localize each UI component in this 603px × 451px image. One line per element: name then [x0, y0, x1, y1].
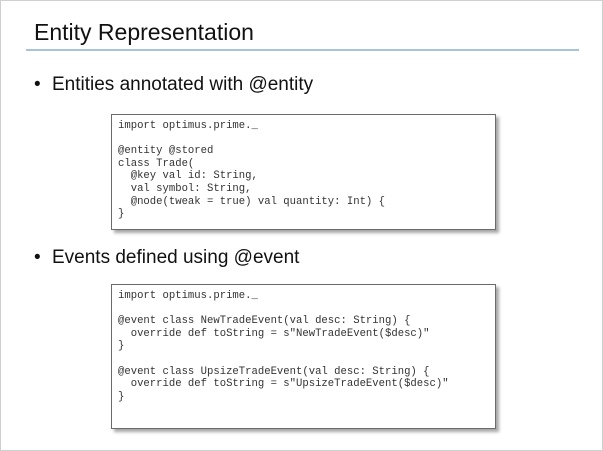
code-line: @node(tweak = true) val quantity: Int) { — [118, 195, 386, 208]
bullet-marker: • — [34, 74, 41, 95]
slide: Entity Representation • Entities annotate… — [0, 0, 603, 451]
code-line: import optimus.prime._ — [118, 120, 258, 132]
code-line: @entity @stored — [118, 145, 214, 158]
code-block-entity: import optimus.prime._ @entity @stored c… — [111, 114, 496, 230]
code-line: @event class UpsizeTradeEvent(val desc: … — [118, 365, 430, 378]
bullet-text: Entities annotated with @entity — [52, 74, 314, 95]
code-line: override def toString = s"UpsizeTradeEve… — [118, 378, 449, 391]
title-underline — [26, 49, 579, 51]
code-line: override def toString = s"NewTradeEvent(… — [118, 327, 430, 340]
bullet-text: Events defined using @event — [52, 247, 300, 268]
code-line: @event class NewTradeEvent(val desc: Str… — [118, 315, 411, 328]
code-line: } — [118, 208, 125, 221]
bullet-marker: • — [34, 247, 41, 268]
code-block-event: import optimus.prime._ @event class NewT… — [111, 284, 496, 429]
bullet-entities: • Entities annotated with @entity — [34, 73, 313, 97]
slide-title: Entity Representation — [34, 19, 254, 45]
code-line: class Trade( — [118, 157, 195, 170]
bullet-events: • Events defined using @event — [34, 246, 299, 270]
code-line: @key val id: String, — [118, 170, 258, 183]
code-line: val symbol: String, — [118, 182, 252, 195]
code-line: } — [118, 340, 125, 353]
code-line: import optimus.prime._ — [118, 290, 258, 302]
code-line: } — [118, 390, 125, 403]
